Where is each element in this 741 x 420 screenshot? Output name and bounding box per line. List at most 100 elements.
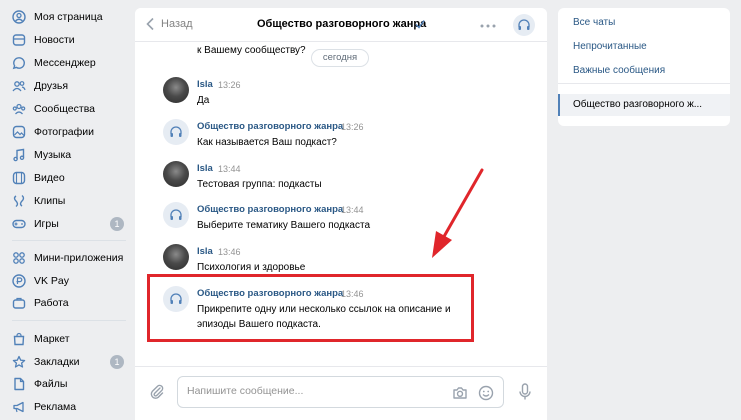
smile-icon[interactable] <box>478 385 494 401</box>
message-text: Психология и здоровье <box>197 262 306 273</box>
active-chat-label: Общество разговорного ж... <box>573 99 703 110</box>
chat-title[interactable]: Общество разговорного жанра <box>257 18 426 30</box>
back-button[interactable]: Назад <box>145 17 193 31</box>
active-chat-item[interactable]: Общество разговорного ж... <box>558 94 730 116</box>
communities-icon <box>12 102 26 116</box>
chat-header: Назад Общество разговорного жанра <box>135 8 547 42</box>
verified-check-icon <box>415 20 425 29</box>
filter-label: Непрочитанные <box>573 41 647 52</box>
vk-messenger-page: Моя страница Новости Мессенджер Друзья С… <box>0 0 741 420</box>
nav-label: Моя страница <box>34 11 103 23</box>
message-time: 13:26 <box>218 80 241 90</box>
avatar[interactable] <box>163 77 189 103</box>
nav-label: Клипы <box>34 195 66 207</box>
message-author[interactable]: Общество разговорного жанра <box>197 204 343 215</box>
user-circle-icon <box>12 10 26 24</box>
filter-all-chats[interactable]: Все чаты <box>558 12 730 34</box>
nav-label: Мессенджер <box>34 57 96 69</box>
nav-item-my-page[interactable]: Моя страница <box>0 6 130 28</box>
message-author[interactable]: Isla <box>197 246 213 257</box>
nav-item-work[interactable]: Работа <box>0 292 130 314</box>
file-icon <box>12 377 26 391</box>
message-text: к Вашему сообществу? <box>197 45 306 56</box>
megaphone-icon <box>12 400 26 414</box>
briefcase-icon <box>12 296 26 310</box>
message-author[interactable]: Isla <box>197 163 213 174</box>
nav-label: Работа <box>34 297 69 309</box>
message-author[interactable]: Isla <box>197 79 213 90</box>
date-separator: сегодня <box>311 49 369 67</box>
nav-item-video[interactable]: Видео <box>0 167 130 189</box>
music-note-icon <box>12 148 26 162</box>
message-input-box[interactable] <box>177 376 504 408</box>
chat-panel: Назад Общество разговорного жанра к Ваше… <box>135 8 547 420</box>
message-time: 13:44 <box>341 205 364 215</box>
gamepad-icon <box>12 217 26 231</box>
highlight-frame <box>147 274 474 342</box>
nav-label: Закладки <box>34 356 80 368</box>
nav-label: Реклама <box>34 401 77 413</box>
nav-item-mini-apps[interactable]: Мини-приложения <box>0 247 130 269</box>
nav-label: Видео <box>34 172 65 184</box>
camera-icon[interactable] <box>452 385 468 401</box>
nav-item-market[interactable]: Маркет <box>0 328 130 350</box>
chat-filters-panel: Все чаты Непрочитанные Важные сообщения … <box>558 8 730 126</box>
message-text: Тестовая группа: подкасты <box>197 179 322 190</box>
nav-label: Музыка <box>34 149 72 161</box>
nav-label: Фотографии <box>34 126 95 138</box>
nav-label: Сообщества <box>34 103 95 115</box>
headphones-icon <box>170 126 182 137</box>
avatar[interactable] <box>163 161 189 187</box>
nav-label: Друзья <box>34 80 69 92</box>
headphones-icon <box>170 209 182 220</box>
message-time: 13:44 <box>218 164 241 174</box>
filter-label: Все чаты <box>573 17 616 28</box>
nav-label: Файлы <box>34 378 68 390</box>
nav-label: Мини-приложения <box>34 252 124 264</box>
message-history: к Вашему сообществу? сегодня Isla 13:26 … <box>135 42 547 364</box>
nav-item-games[interactable]: Игры 1 <box>0 213 130 235</box>
nav-item-friends[interactable]: Друзья <box>0 75 130 97</box>
bookmarks-badge: 1 <box>110 355 124 369</box>
nav-label: VK Pay <box>34 275 70 287</box>
chat-bubble-icon <box>12 56 26 70</box>
left-navigation: Моя страница Новости Мессенджер Друзья С… <box>0 0 135 420</box>
headphones-icon <box>518 19 530 30</box>
nav-divider <box>12 320 126 321</box>
video-icon <box>12 171 26 185</box>
message-time: 13:46 <box>218 247 241 257</box>
message-author[interactable]: Общество разговорного жанра <box>197 121 343 132</box>
nav-item-clips[interactable]: Клипы <box>0 190 130 212</box>
nav-item-vk-pay[interactable]: VK Pay <box>0 270 130 292</box>
message-input[interactable] <box>187 385 437 397</box>
nav-item-communities[interactable]: Сообщества <box>0 98 130 120</box>
star-icon <box>12 355 26 369</box>
chat-avatar[interactable] <box>513 14 535 36</box>
message-text: Да <box>197 95 210 106</box>
paperclip-icon[interactable] <box>149 383 165 399</box>
more-options-icon[interactable] <box>480 24 496 28</box>
nav-item-music[interactable]: Музыка <box>0 144 130 166</box>
clips-icon <box>12 194 26 208</box>
news-icon <box>12 33 26 47</box>
nav-item-bookmarks[interactable]: Закладки 1 <box>0 351 130 373</box>
microphone-icon[interactable] <box>518 383 532 401</box>
vkpay-icon <box>12 274 26 288</box>
filter-unread[interactable]: Непрочитанные <box>558 36 730 58</box>
nav-item-photos[interactable]: Фотографии <box>0 121 130 143</box>
panel-divider <box>558 83 730 84</box>
nav-item-messenger[interactable]: Мессенджер <box>0 52 130 74</box>
message-composer <box>135 366 547 420</box>
avatar[interactable] <box>163 244 189 270</box>
nav-divider <box>12 240 126 241</box>
nav-label: Новости <box>34 34 75 46</box>
back-label: Назад <box>161 18 193 30</box>
chevron-left-icon <box>146 17 154 31</box>
nav-item-news[interactable]: Новости <box>0 29 130 51</box>
nav-item-files[interactable]: Файлы <box>0 373 130 395</box>
avatar[interactable] <box>163 119 189 145</box>
filter-important[interactable]: Важные сообщения <box>558 60 730 82</box>
nav-item-ads[interactable]: Реклама <box>0 396 130 418</box>
photo-icon <box>12 125 26 139</box>
avatar[interactable] <box>163 202 189 228</box>
